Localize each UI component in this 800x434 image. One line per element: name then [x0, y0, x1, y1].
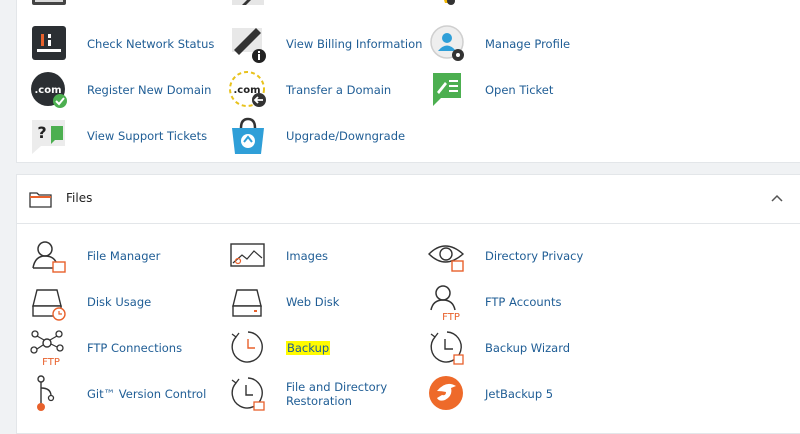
clipped-top-icon — [228, 0, 268, 9]
backup-link[interactable]: Backup — [228, 328, 331, 368]
images-label: Images — [286, 249, 329, 263]
file-manager-link[interactable]: File Manager — [29, 236, 160, 276]
upgrade-downgrade-label: Upgrade/Downgrade — [286, 129, 406, 143]
clipped-top-icon — [427, 0, 467, 9]
jetbackup-icon — [427, 374, 467, 414]
clipped-top-icon — [29, 0, 69, 9]
images-link[interactable]: Images — [228, 236, 328, 276]
files-panel-title: Files — [66, 191, 93, 205]
view-billing-information-link[interactable]: View Billing Information — [228, 24, 422, 64]
ftp-connections-link[interactable]: FTP FTP Connections — [29, 328, 182, 368]
transfer-domain-link[interactable]: .com Transfer a Domain — [228, 70, 391, 110]
ftp-badge-text: FTP — [442, 312, 460, 322]
svg-text:?: ? — [37, 123, 46, 142]
view-support-tickets-link[interactable]: ? View Support Tickets — [29, 116, 207, 156]
directory-privacy-icon — [427, 236, 467, 276]
register-domain-icon: .com — [29, 70, 69, 110]
manage-profile-label: Manage Profile — [485, 37, 571, 51]
restoration-icon — [228, 374, 268, 414]
check-network-status-link[interactable]: Check Network Status — [29, 24, 214, 64]
backup-label-highlight: Backup — [286, 341, 331, 355]
disk-usage-link[interactable]: Disk Usage — [29, 282, 151, 322]
network-status-icon — [29, 24, 69, 64]
backup-wizard-icon — [427, 328, 467, 368]
backup-label: Backup — [286, 341, 331, 355]
file-manager-label: File Manager — [87, 249, 161, 263]
directory-privacy-link[interactable]: Directory Privacy — [427, 236, 583, 276]
folder-icon — [29, 188, 53, 210]
ftp-accounts-link[interactable]: FTP FTP Accounts — [427, 282, 561, 322]
billing-info-icon — [228, 24, 268, 64]
backup-icon — [228, 328, 268, 368]
view-billing-information-label: View Billing Information — [286, 37, 423, 51]
register-new-domain-label: Register New Domain — [87, 83, 212, 97]
ftp-accounts-label: FTP Accounts — [485, 295, 562, 309]
manage-profile-link[interactable]: Manage Profile — [427, 24, 570, 64]
files-panel: Files File Manager Images Directory Priv… — [16, 174, 800, 434]
transfer-domain-icon: .com — [228, 70, 268, 110]
directory-privacy-label: Directory Privacy — [485, 249, 584, 263]
ftp-connections-icon: FTP — [29, 328, 69, 368]
dot-com-text: .com — [34, 85, 61, 96]
disk-usage-label: Disk Usage — [87, 295, 152, 309]
register-new-domain-link[interactable]: .com Register New Domain — [29, 70, 211, 110]
files-panel-header[interactable]: Files — [17, 175, 800, 224]
git-version-control-label: Git™ Version Control — [87, 387, 207, 401]
check-network-status-label: Check Network Status — [87, 37, 215, 51]
support-tickets-icon: ? — [29, 116, 69, 156]
web-disk-icon — [228, 282, 268, 322]
jetbackup-label: JetBackup 5 — [485, 387, 554, 401]
file-manager-icon — [29, 236, 69, 276]
profile-icon — [427, 24, 467, 64]
file-directory-restoration-link[interactable]: File and Directory Restoration — [228, 374, 396, 414]
jetbackup-link[interactable]: JetBackup 5 — [427, 374, 553, 414]
web-disk-link[interactable]: Web Disk — [228, 282, 339, 322]
chevron-up-icon[interactable] — [767, 189, 787, 209]
upgrade-downgrade-icon — [228, 116, 268, 156]
web-disk-label: Web Disk — [286, 295, 340, 309]
ftp-badge-text: FTP — [42, 357, 60, 368]
open-ticket-icon — [427, 70, 467, 110]
open-ticket-label: Open Ticket — [485, 83, 554, 97]
disk-usage-icon — [29, 282, 69, 322]
general-panel: Check Network Status View Billing Inform… — [16, 0, 800, 163]
backup-wizard-label: Backup Wizard — [485, 341, 571, 355]
images-icon — [228, 236, 268, 276]
ftp-connections-label: FTP Connections — [87, 341, 183, 355]
view-support-tickets-label: View Support Tickets — [87, 129, 208, 143]
upgrade-downgrade-link[interactable]: Upgrade/Downgrade — [228, 116, 405, 156]
transfer-domain-label: Transfer a Domain — [286, 83, 392, 97]
ftp-accounts-icon: FTP — [427, 282, 467, 322]
file-directory-restoration-label: File and Directory Restoration — [286, 380, 388, 408]
git-icon — [29, 374, 69, 414]
backup-wizard-link[interactable]: Backup Wizard — [427, 328, 570, 368]
git-version-control-link[interactable]: Git™ Version Control — [29, 374, 206, 414]
open-ticket-link[interactable]: Open Ticket — [427, 70, 553, 110]
